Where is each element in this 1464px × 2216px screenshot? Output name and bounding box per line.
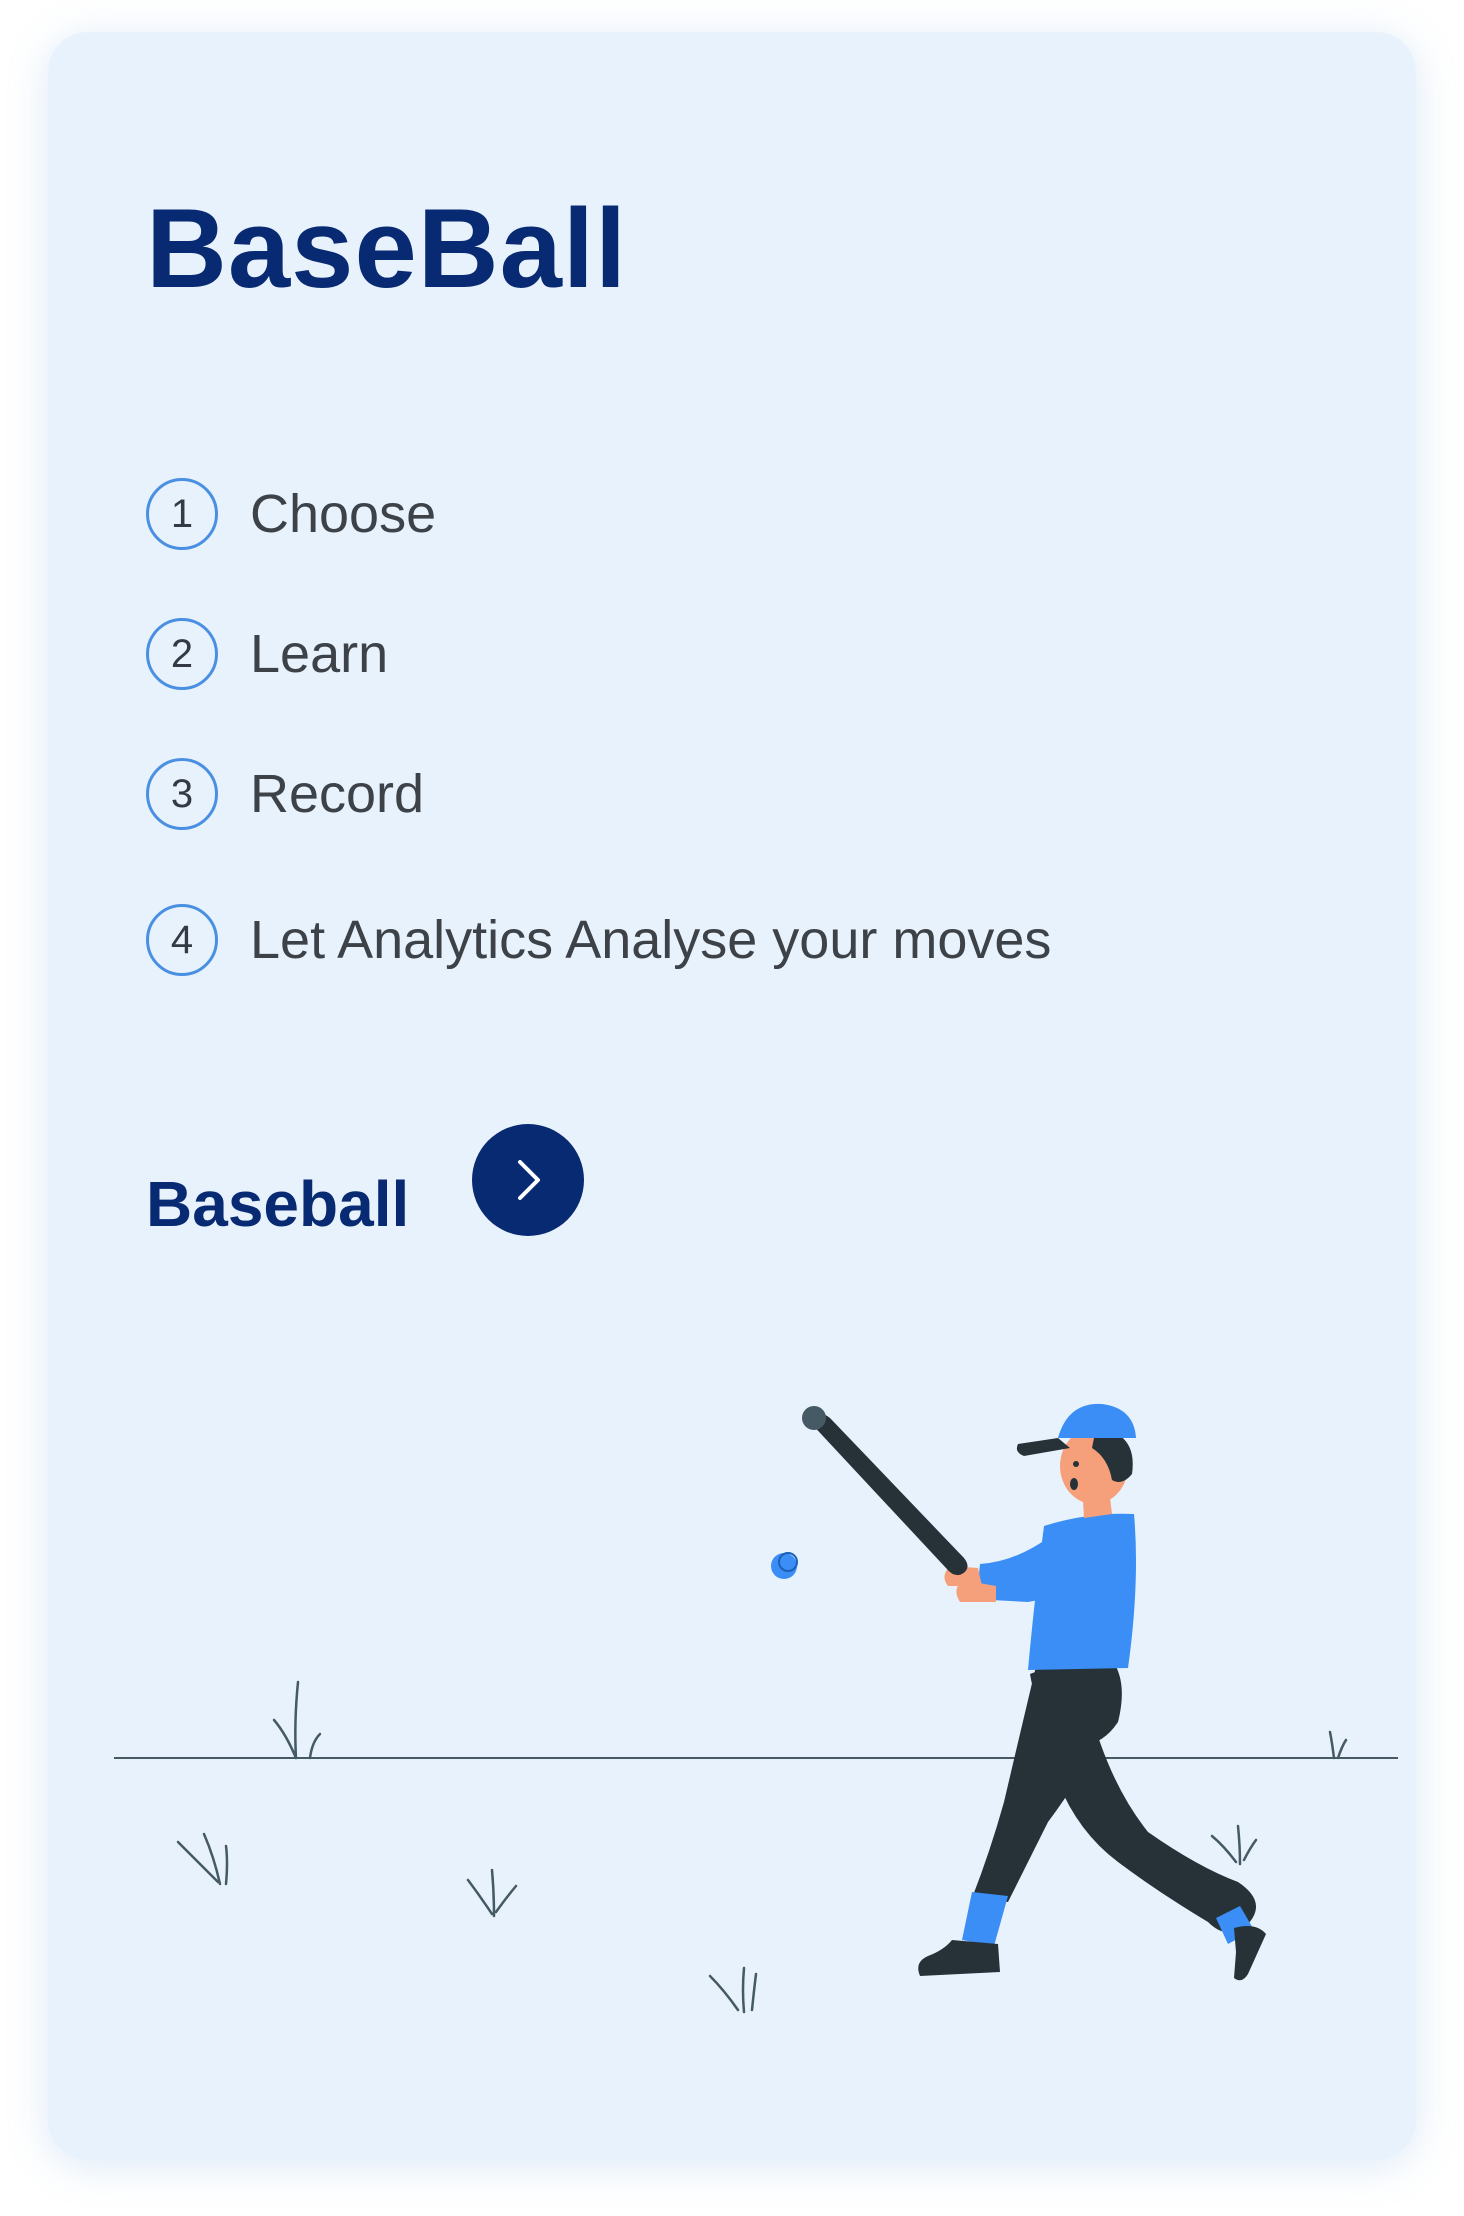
cta-label[interactable]: Baseball — [146, 1172, 409, 1236]
step-number-badge: 3 — [146, 758, 218, 830]
step-item: 4 Let Analytics Analyse your moves — [146, 904, 1051, 976]
baseball-player-figure — [802, 1403, 1266, 1981]
sport-card: BaseBall 1 Choose 2 Learn 3 Record 4 Let… — [48, 32, 1416, 2160]
step-label: Choose — [250, 484, 437, 544]
baseball-ball-icon — [771, 1552, 798, 1579]
step-item: 1 Choose — [146, 478, 436, 550]
grass-icon — [176, 1824, 1258, 2014]
next-button[interactable] — [472, 1124, 584, 1236]
step-number-badge: 2 — [146, 618, 218, 690]
step-number-badge: 1 — [146, 478, 218, 550]
card-title: BaseBall — [146, 186, 628, 311]
step-label: Learn — [250, 624, 389, 684]
grass-icon — [272, 1680, 1348, 1760]
chevron-right-icon — [518, 1160, 540, 1200]
step-number-badge: 4 — [146, 904, 218, 976]
step-item: 2 Learn — [146, 618, 388, 690]
baseball-player-illustration — [114, 1403, 1398, 2014]
step-item: 3 Record — [146, 758, 424, 830]
step-label: Let Analytics Analyse your moves — [250, 910, 1052, 970]
step-label: Record — [250, 764, 425, 824]
